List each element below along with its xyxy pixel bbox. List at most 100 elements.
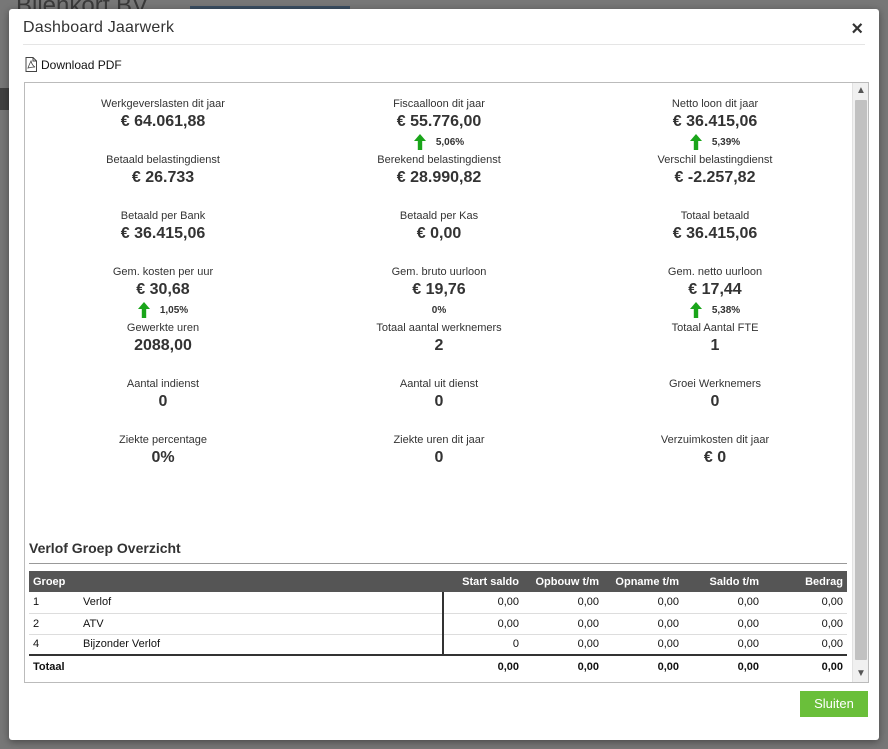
stat-label: Gem. bruto uurloon	[391, 266, 487, 278]
stat-card: Verzuimkosten dit jaar € 0	[577, 433, 853, 489]
stat-value: € 17,44	[688, 281, 742, 298]
table-cell: 0	[443, 634, 523, 656]
table-cell: 0,00	[523, 613, 603, 635]
stat-card: Gem. netto uurloon € 17,44 5,38%	[577, 265, 853, 321]
total-cell: 0,00	[603, 654, 683, 677]
dashboard-modal: Dashboard Jaarwerk × Download PDF Werkge…	[9, 9, 879, 740]
table-row[interactable]: 1 Verlof 0,00 0,00 0,00 0,00 0,00	[29, 592, 847, 614]
table-cell: 0,00	[603, 634, 683, 656]
column-header-name	[79, 571, 443, 592]
table-cell: Bijzonder Verlof	[79, 634, 444, 656]
stat-label: Totaal aantal werknemers	[376, 322, 502, 334]
stat-card: Totaal aantal werknemers 2	[301, 321, 577, 377]
table-cell: 0,00	[443, 613, 523, 635]
stat-value: 0	[434, 449, 444, 466]
stat-change: 5,39%	[577, 133, 853, 151]
stat-label: Gewerkte uren	[126, 322, 200, 334]
total-cell: 0,00	[443, 654, 523, 677]
column-header-saldo[interactable]: Saldo t/m	[683, 571, 763, 592]
scroll-up-icon[interactable]: ▲	[853, 83, 868, 99]
stat-card: Aantal indienst 0	[25, 377, 301, 433]
table-cell: 0,00	[523, 592, 603, 614]
stat-value: € 0,00	[416, 225, 462, 242]
stat-change-value: 5,06%	[435, 136, 465, 148]
stat-value: 0%	[151, 449, 175, 466]
table-cell: 0,00	[683, 634, 763, 656]
stat-card: Ziekte percentage 0%	[25, 433, 301, 489]
vertical-scrollbar[interactable]: ▲ ▼	[852, 83, 868, 682]
table-row[interactable]: 4 Bijzonder Verlof 0 0,00 0,00 0,00 0,00	[29, 634, 847, 656]
stat-card: Berekend belastingdienst € 28.990,82	[301, 153, 577, 209]
stat-card: Gem. bruto uurloon € 19,76 0%	[301, 265, 577, 321]
scroll-down-icon[interactable]: ▼	[853, 666, 868, 682]
download-pdf-label: Download PDF	[41, 57, 122, 72]
stat-card: Aantal uit dienst 0	[301, 377, 577, 433]
stat-value: € 64.061,88	[120, 113, 206, 130]
stat-value: € 26.733	[131, 169, 195, 186]
column-header-groep[interactable]: Groep	[29, 571, 79, 592]
stat-card: Betaald per Bank € 36.415,06	[25, 209, 301, 265]
table-cell: 0,00	[603, 592, 683, 614]
stat-label: Betaald per Bank	[120, 210, 206, 222]
stat-value: € 36.415,06	[672, 113, 758, 130]
stat-value: € 0	[703, 449, 727, 466]
stat-label: Gem. kosten per uur	[112, 266, 214, 278]
stat-label: Verschil belastingdienst	[657, 154, 773, 166]
stat-row: Betaald per Bank € 36.415,06 Betaald per K…	[25, 209, 853, 265]
stat-label: Groei Werknemers	[668, 378, 762, 390]
stat-label: Totaal Aantal FTE	[671, 322, 759, 334]
table-cell: 0,00	[763, 592, 847, 614]
stat-row: Betaald belastingdienst € 26.733 Berekend …	[25, 153, 853, 209]
stat-label: Betaald per Kas	[399, 210, 479, 222]
stat-row: Aantal indienst 0 Aantal uit dienst 0 Groei …	[25, 377, 853, 433]
column-header-opbouw[interactable]: Opbouw t/m	[523, 571, 603, 592]
table-cell: 0,00	[763, 613, 847, 635]
scroll-area: Werkgeverslasten dit jaar € 64.061,88 Fisc…	[25, 83, 853, 682]
scroll-thumb[interactable]	[855, 100, 867, 660]
table-cell: 0,00	[683, 592, 763, 614]
stat-value: 2088,00	[134, 337, 192, 354]
stat-card: Totaal betaald € 36.415,06	[577, 209, 853, 265]
pdf-file-icon	[25, 57, 37, 72]
table-cell: 2	[29, 613, 79, 635]
title-divider	[23, 44, 865, 45]
stat-value: € -2.257,82	[674, 169, 756, 186]
stat-card: Werkgeverslasten dit jaar € 64.061,88	[25, 97, 301, 153]
verlof-section-title: Verlof Groep Overzicht	[29, 540, 181, 556]
column-header-start-saldo[interactable]: Start saldo	[443, 571, 523, 592]
stat-label: Werkgeverslasten dit jaar	[101, 98, 225, 110]
total-cell	[79, 654, 443, 677]
arrow-up-icon	[689, 302, 702, 318]
stat-value: 2	[434, 337, 444, 354]
stat-value: € 28.990,82	[396, 169, 482, 186]
stat-value: 1	[710, 337, 720, 354]
stat-label: Aantal indienst	[126, 378, 200, 390]
total-cell: 0,00	[683, 654, 763, 677]
stat-change: 5,06%	[301, 133, 577, 151]
stat-label: Totaal betaald	[680, 210, 750, 222]
arrow-up-icon	[413, 134, 426, 150]
section-divider	[29, 563, 847, 564]
column-header-opname[interactable]: Opname t/m	[603, 571, 683, 592]
stat-card: Betaald belastingdienst € 26.733	[25, 153, 301, 209]
stat-row: Gewerkte uren 2088,00 Totaal aantal werkne…	[25, 321, 853, 377]
stat-value: € 19,76	[412, 281, 466, 298]
close-icon[interactable]: ×	[851, 19, 863, 39]
stat-label: Berekend belastingdienst	[377, 154, 501, 166]
column-header-bedrag[interactable]: Bedrag	[763, 571, 847, 592]
stat-value: € 30,68	[136, 281, 190, 298]
stat-change: 5,38%	[577, 301, 853, 319]
stat-card: Totaal Aantal FTE 1	[577, 321, 853, 377]
stat-value: € 36.415,06	[120, 225, 206, 242]
total-cell: 0,00	[523, 654, 603, 677]
download-pdf-link[interactable]: Download PDF	[25, 57, 122, 72]
stat-label: Aantal uit dienst	[399, 378, 479, 390]
modal-title: Dashboard Jaarwerk	[23, 19, 175, 36]
stat-change: 0%	[301, 301, 577, 319]
table-row[interactable]: 2 ATV 0,00 0,00 0,00 0,00 0,00	[29, 613, 847, 635]
sluiten-button[interactable]: Sluiten	[800, 691, 868, 717]
stat-value: € 55.776,00	[396, 113, 482, 130]
stat-card: Gem. kosten per uur € 30,68 1,05%	[25, 265, 301, 321]
table-cell: 0,00	[763, 634, 847, 656]
total-cell: Totaal	[29, 654, 79, 677]
